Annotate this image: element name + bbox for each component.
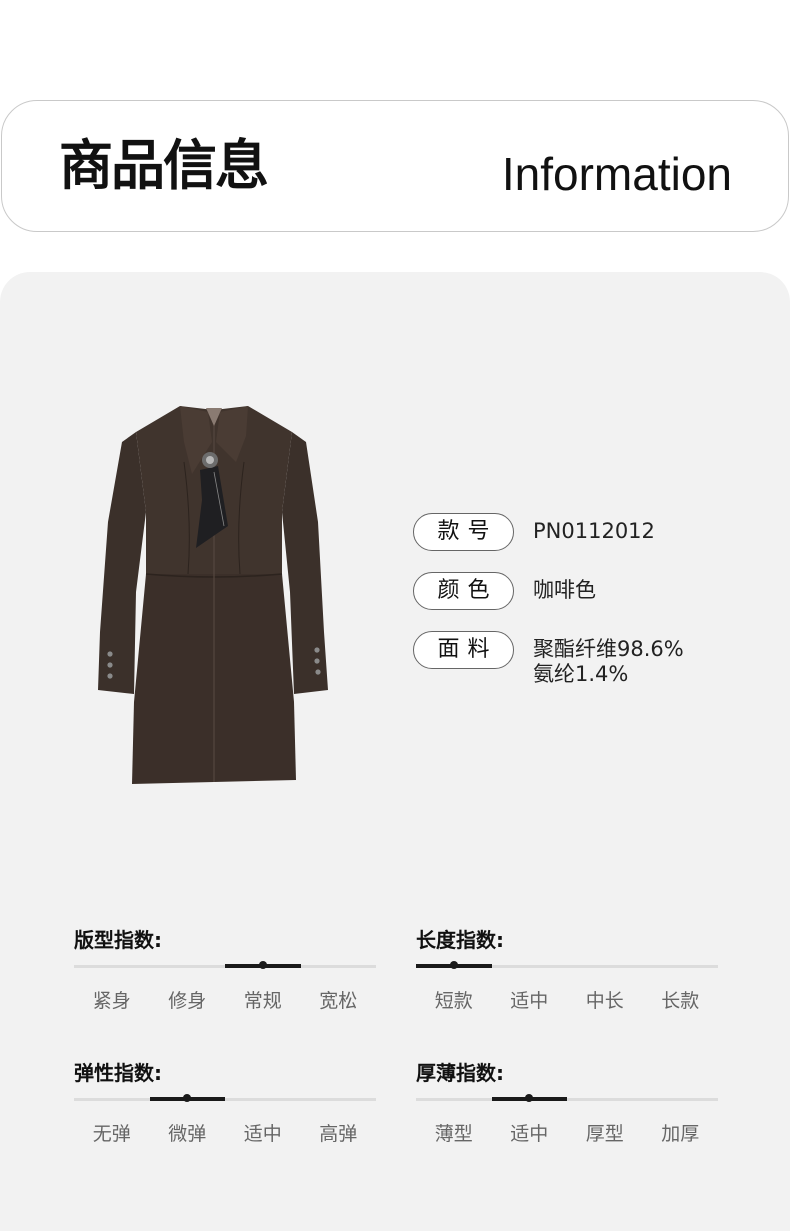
index-option: 薄型 [434,1123,473,1145]
attr-label: 颜色 [413,572,514,610]
index-options: 薄型 适中 厚型 加厚 [416,1119,718,1146]
index-options: 短款 适中 中长 长款 [416,986,718,1013]
attr-label: 面料 [413,631,514,669]
index-options: 紧身 修身 常规 宽松 [74,986,376,1013]
index-option: 适中 [510,1123,549,1145]
index-track [74,961,376,969]
header-title-cn: 商品信息 [59,134,269,197]
index-track [74,1094,376,1102]
index-option: 高弹 [319,1123,358,1145]
attr-label: 款号 [413,513,514,551]
product-info-panel: 款号 PN0112012 颜色 咖啡色 面料 聚酯纤维98.6% 氨纶1.4% … [0,272,790,1231]
attr-value: 聚酯纤维98.6% 氨纶1.4% [533,637,684,687]
index-track [416,1094,718,1102]
index-option: 中长 [585,990,624,1012]
index-title: 弹性指数: [74,1061,162,1085]
index-title: 长度指数: [416,928,504,952]
attr-value: PN0112012 [533,519,655,543]
attr-value-line: 聚酯纤维98.6% [533,637,684,661]
index-option: 长款 [661,990,700,1012]
index-option: 加厚 [661,1123,700,1145]
index-title: 厚薄指数: [416,1061,504,1085]
index-track [416,961,718,969]
header-title-en: Information [501,148,732,200]
index-option: 厚型 [585,1123,624,1145]
index-options: 无弹 微弹 适中 高弹 [74,1119,376,1146]
index-option: 修身 [168,990,207,1012]
index-marker [449,961,458,969]
info-header-card: 商品信息 Information [1,100,789,232]
index-option: 短款 [434,990,473,1012]
index-option: 微弹 [168,1123,207,1145]
index-option: 紧身 [92,990,131,1012]
index-option: 适中 [510,990,549,1012]
index-title: 版型指数: [74,928,162,952]
index-option: 宽松 [319,990,358,1012]
attr-value: 咖啡色 [533,578,596,602]
index-option: 无弹 [92,1123,131,1145]
index-option: 适中 [243,1123,282,1145]
attr-value-line: 氨纶1.4% [533,662,629,686]
index-option: 常规 [243,990,282,1012]
dress-image [98,406,328,784]
index-marker [258,961,267,969]
